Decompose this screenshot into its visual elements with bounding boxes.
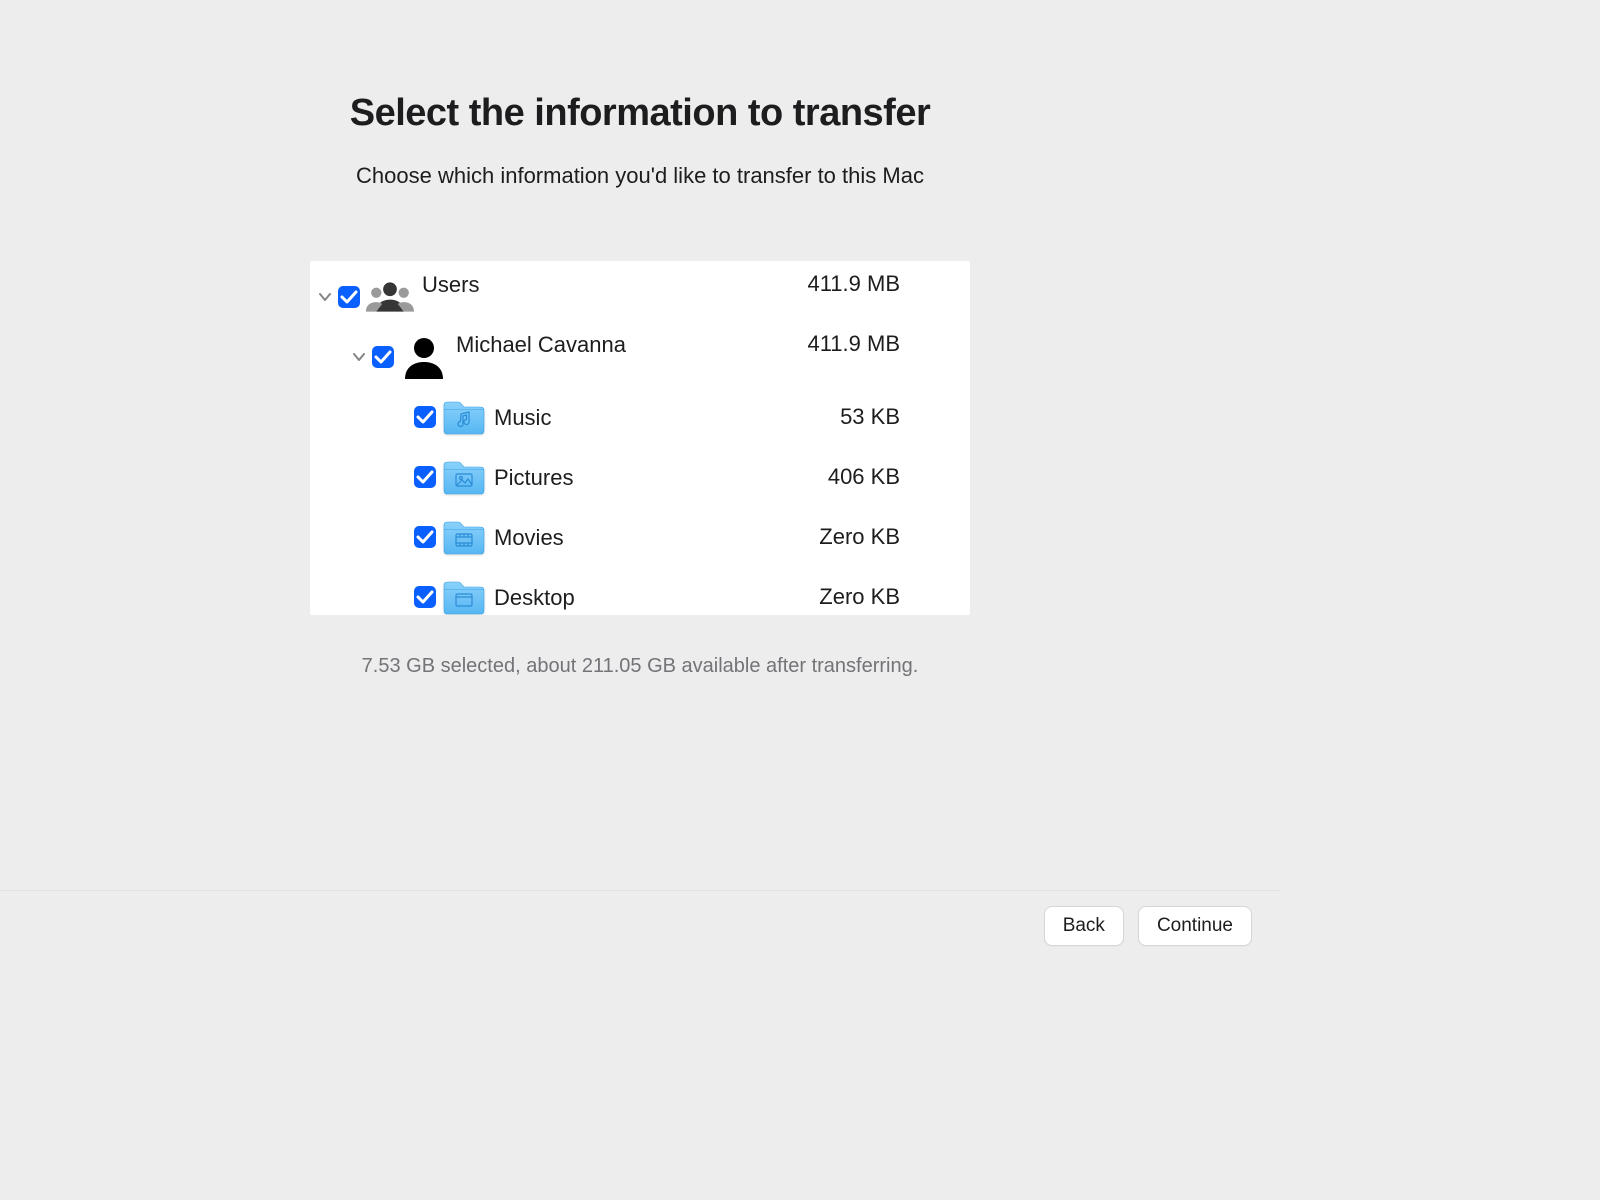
transfer-list[interactable]: Users 411.9 MB Michael Cavanna 411.9 MB <box>310 261 970 615</box>
tree-row-music[interactable]: Music 53 KB <box>310 387 970 447</box>
main-content: Select the information to transfer Choos… <box>0 0 1280 678</box>
users-group-icon <box>366 273 414 321</box>
person-icon <box>400 333 448 381</box>
checkbox-desktop[interactable] <box>414 586 436 608</box>
continue-button[interactable]: Continue <box>1138 906 1252 946</box>
folder-desktop-icon <box>442 577 486 615</box>
page-subtitle: Choose which information you'd like to t… <box>356 163 924 189</box>
tree-size-users: 411.9 MB <box>807 271 900 297</box>
tree-row-desktop[interactable]: Desktop Zero KB <box>310 567 970 615</box>
chevron-down-icon[interactable] <box>318 290 332 304</box>
tree-row-user[interactable]: Michael Cavanna 411.9 MB <box>310 327 970 387</box>
tree-size-user: 411.9 MB <box>807 331 900 357</box>
checkbox-movies[interactable] <box>414 526 436 548</box>
tree-size-movies: Zero KB <box>819 524 900 550</box>
tree-label-user: Michael Cavanna <box>456 331 807 357</box>
checkbox-user[interactable] <box>372 346 394 368</box>
tree-row-users[interactable]: Users 411.9 MB <box>310 267 970 327</box>
folder-pictures-icon <box>442 457 486 497</box>
page-title: Select the information to transfer <box>350 92 931 135</box>
back-button[interactable]: Back <box>1044 906 1124 946</box>
checkbox-pictures[interactable] <box>414 466 436 488</box>
tree-size-desktop: Zero KB <box>819 584 900 610</box>
tree-row-movies[interactable]: Movies Zero KB <box>310 507 970 567</box>
tree-label-movies: Movies <box>494 524 819 550</box>
folder-music-icon <box>442 397 486 437</box>
tree-row-pictures[interactable]: Pictures 406 KB <box>310 447 970 507</box>
tree-label-users: Users <box>422 271 807 297</box>
tree-label-music: Music <box>494 404 840 430</box>
status-text: 7.53 GB selected, about 211.05 GB availa… <box>362 655 919 678</box>
tree-label-pictures: Pictures <box>494 464 828 490</box>
footer: Back Continue <box>0 890 1280 960</box>
tree-size-music: 53 KB <box>840 404 900 430</box>
tree-label-desktop: Desktop <box>494 584 819 610</box>
tree-size-pictures: 406 KB <box>828 464 900 490</box>
chevron-down-icon[interactable] <box>352 350 366 364</box>
folder-movies-icon <box>442 517 486 557</box>
checkbox-music[interactable] <box>414 406 436 428</box>
checkbox-users[interactable] <box>338 286 360 308</box>
